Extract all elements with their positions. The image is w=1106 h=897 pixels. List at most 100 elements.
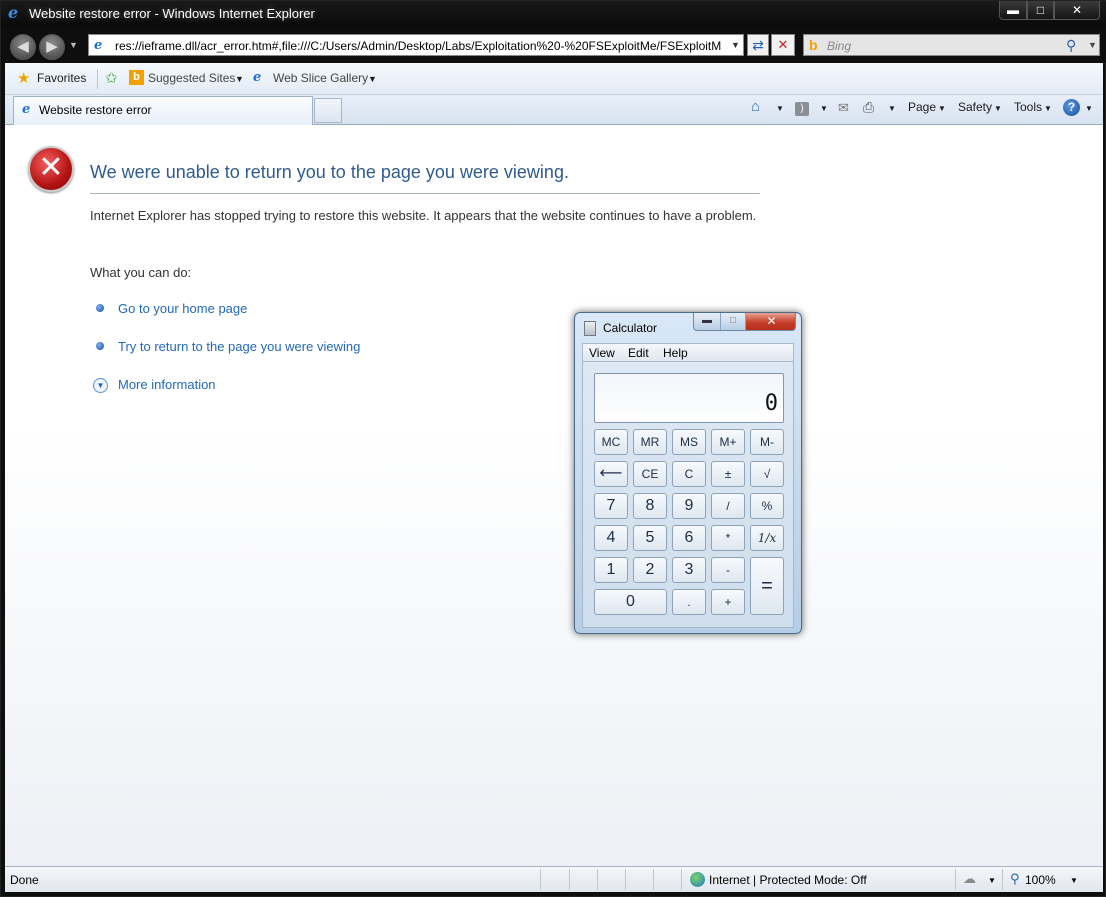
forward-button[interactable]: ▶ [39,34,65,60]
key-3[interactable]: 3 [672,557,706,583]
more-information-link[interactable]: More information [118,377,216,392]
search-input[interactable]: Bing [827,39,851,53]
page-icon: e [94,38,103,53]
favorites-button[interactable]: Favorites [37,71,86,85]
home-page-link[interactable]: Go to your home page [118,301,247,316]
key-0[interactable]: 0 [594,589,667,615]
address-input[interactable]: res://ieframe.dll/acr_error.htm#,file://… [115,39,725,53]
page-title: We were unable to return you to the page… [90,162,569,182]
calculator-icon [584,321,596,336]
chevron-down-icon[interactable]: ▼ [988,876,996,885]
security-zone[interactable]: Internet | Protected Mode: Off [709,873,867,887]
maximize-button[interactable]: □ [1027,1,1054,20]
key-add[interactable]: + [711,589,745,615]
address-bar[interactable]: e res://ieframe.dll/acr_error.htm#,file:… [88,34,744,56]
key-subtract[interactable]: - [711,557,745,583]
recent-pages-dropdown[interactable]: ▼ [69,40,78,50]
tools-menu[interactable]: Tools ▼ [1014,100,1052,114]
favorites-star-icon[interactable]: ★ [17,69,30,87]
key-divide[interactable]: / [711,493,745,519]
key-6[interactable]: 6 [672,525,706,551]
zoom-level[interactable]: 100% [1025,873,1056,887]
ie-logo-icon: e [8,3,19,22]
minimize-button[interactable]: ▬ [999,1,1027,20]
calculator-minimize-button[interactable]: ▬ [694,313,721,330]
key-memory-recall[interactable]: MR [633,429,667,455]
search-icon[interactable]: ⚲ [1066,37,1076,54]
key-9[interactable]: 9 [672,493,706,519]
back-button[interactable]: ◀ [10,34,36,60]
key-plus-minus[interactable]: ± [711,461,745,487]
return-to-page-link[interactable]: Try to return to the page you were viewi… [118,339,360,354]
search-dropdown-icon[interactable]: ▼ [1088,40,1097,50]
chevron-down-icon: ▼ [994,104,1002,113]
key-memory-subtract[interactable]: M- [750,429,784,455]
calculator-maximize-button[interactable]: □ [721,313,746,330]
menu-view[interactable]: View [589,346,615,360]
key-1[interactable]: 1 [594,557,628,583]
chevron-down-icon[interactable]: ▼ [820,104,828,113]
bing-icon: b [129,70,144,85]
chevron-down-icon[interactable]: ▼ [235,74,244,84]
divider [955,869,956,890]
popup-blocker-icon[interactable]: ☁ [963,871,976,887]
stop-button[interactable]: ✕ [771,34,795,56]
tab-website-restore-error[interactable]: e Website restore error [13,96,313,125]
chevron-down-icon: ▼ [938,104,946,113]
key-backspace[interactable]: ⟵ [594,461,628,487]
display-value: 0 [764,391,778,416]
close-icon: ✕ [777,37,789,52]
page-menu-label: Page [908,100,937,114]
key-decimal[interactable]: . [672,589,706,615]
mail-icon[interactable]: ✉ [838,100,849,116]
menu-help[interactable]: Help [663,346,688,360]
new-tab-button[interactable] [314,98,342,123]
key-clear[interactable]: C [672,461,706,487]
key-2[interactable]: 2 [633,557,667,583]
calculator-close-button[interactable]: ✕ [746,313,795,330]
close-button[interactable]: ✕ [1054,1,1100,20]
key-multiply[interactable]: * [711,525,745,551]
refresh-icon: ⇄ [752,37,764,53]
ie-window: e Website restore error - Windows Intern… [0,0,1106,897]
chevron-down-icon[interactable]: ▼ [1085,104,1093,113]
key-reciprocal[interactable]: 1/x [750,525,784,551]
key-8[interactable]: 8 [633,493,667,519]
chevron-down-icon[interactable]: ▼ [368,74,377,84]
key-memory-add[interactable]: M+ [711,429,745,455]
chevron-down-icon[interactable]: ▼ [888,104,896,113]
feeds-icon[interactable]: ) [795,102,809,116]
help-icon[interactable]: ? [1063,99,1080,116]
chevron-down-icon: ▼ [1044,104,1052,113]
add-to-favorites-icon[interactable]: ✩ [105,69,118,87]
chevron-down-icon[interactable]: ▼ [1070,876,1078,885]
key-clear-entry[interactable]: CE [633,461,667,487]
key-percent[interactable]: % [750,493,784,519]
web-slice-gallery-link[interactable]: Web Slice Gallery [273,71,368,85]
refresh-button[interactable]: ⇄ [747,34,769,56]
page-menu[interactable]: Page ▼ [908,100,946,114]
suggested-sites-link[interactable]: Suggested Sites [148,71,235,85]
key-equals[interactable]: = [750,557,784,615]
key-5[interactable]: 5 [633,525,667,551]
print-icon[interactable]: ⎙ [863,99,874,116]
arrow-right-icon: ▶ [46,38,58,55]
zoom-icon[interactable]: ⚲ [1010,871,1020,887]
expand-chevron-icon[interactable]: ▼ [93,378,108,393]
calculator-title: Calculator [603,321,658,335]
globe-icon [690,872,705,887]
key-square-root[interactable]: √ [750,461,784,487]
calculator-window[interactable]: Calculator ▬ □ ✕ View Edit Help 0 MC MR … [574,312,802,634]
safety-menu[interactable]: Safety ▼ [958,100,1002,114]
tab-label: Website restore error [39,103,152,117]
search-box[interactable]: b Bing ⚲ ▼ [803,34,1100,56]
chevron-down-icon[interactable]: ▼ [776,104,784,113]
address-dropdown-icon[interactable]: ▼ [731,40,740,50]
menu-edit[interactable]: Edit [628,346,649,360]
key-4[interactable]: 4 [594,525,628,551]
key-7[interactable]: 7 [594,493,628,519]
key-memory-clear[interactable]: MC [594,429,628,455]
key-memory-store[interactable]: MS [672,429,706,455]
bullet-icon [96,304,104,312]
home-icon[interactable]: ⌂ [751,98,760,115]
